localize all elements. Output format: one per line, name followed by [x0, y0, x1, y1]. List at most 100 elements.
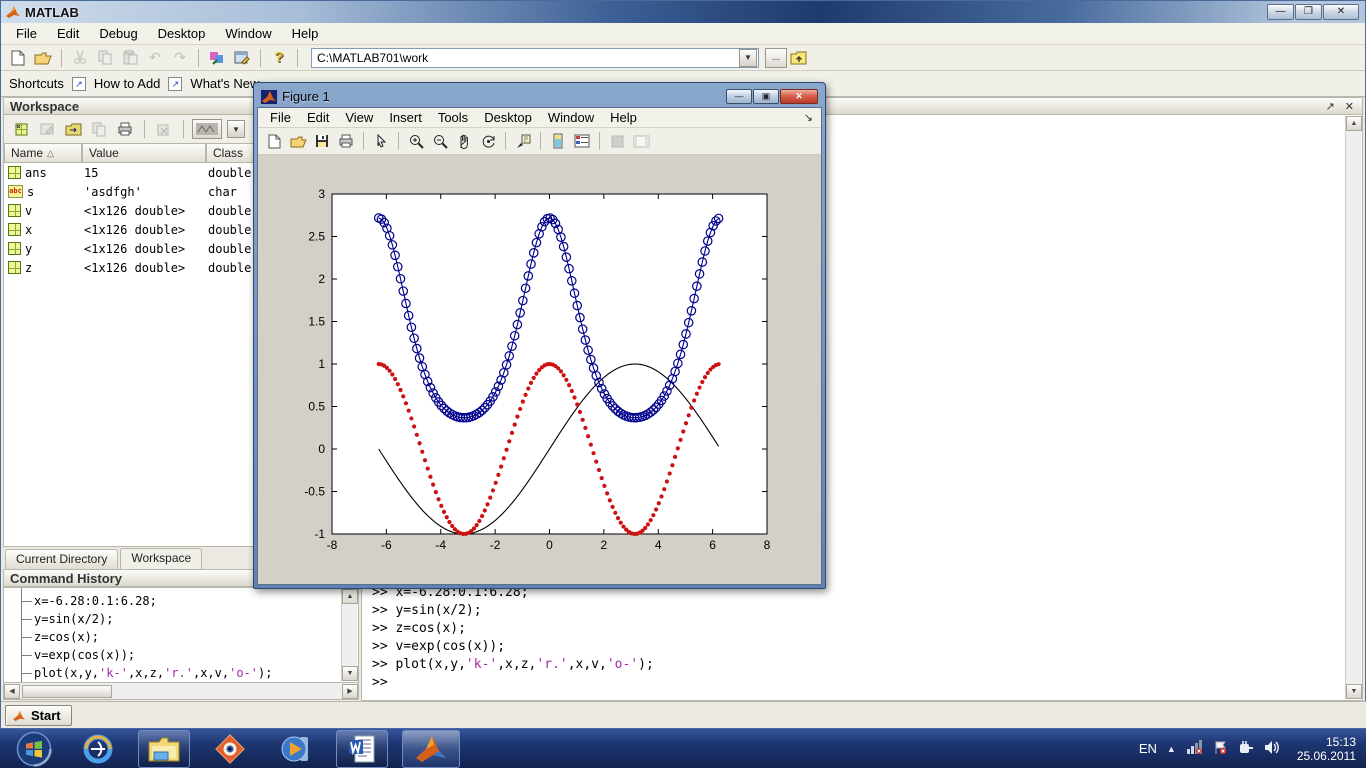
combo-dropdown-icon[interactable]: ▼: [739, 48, 757, 67]
scroll-right-icon[interactable]: ▶: [342, 683, 358, 699]
menu-debug[interactable]: Debug: [90, 24, 146, 43]
zoom-in-icon[interactable]: [405, 131, 427, 151]
browse-folder-button[interactable]: ...: [765, 47, 787, 68]
column-header-name[interactable]: Name △: [4, 143, 82, 163]
figure-menu-view[interactable]: View: [337, 109, 381, 126]
delete-variable-icon[interactable]: [153, 119, 175, 139]
shortcut-whats-new[interactable]: What's New: [190, 76, 259, 91]
figure-menu-tools[interactable]: Tools: [430, 109, 476, 126]
open-selection-icon[interactable]: [36, 119, 58, 139]
plot-type-dropdown-icon[interactable]: ▼: [227, 120, 245, 138]
figure-menu-desktop[interactable]: Desktop: [476, 109, 540, 126]
new-figure-icon[interactable]: [263, 131, 285, 151]
language-indicator[interactable]: EN: [1139, 741, 1157, 756]
undock-icon[interactable]: ↗: [1326, 100, 1335, 113]
menu-help[interactable]: Help: [283, 24, 328, 43]
figure-menu-insert[interactable]: Insert: [381, 109, 430, 126]
pan-hand-icon[interactable]: [453, 131, 475, 151]
image-viewer-icon[interactable]: [204, 730, 256, 768]
close-button[interactable]: ✕: [1323, 4, 1359, 20]
redo-icon[interactable]: ↷: [169, 48, 191, 68]
history-command[interactable]: z=cos(x);: [22, 628, 358, 646]
data-cursor-icon[interactable]: [512, 131, 534, 151]
history-horizontal-scrollbar[interactable]: ◀ ▶: [3, 683, 359, 700]
windows-explorer-icon[interactable]: [138, 729, 190, 768]
figure-menu-file[interactable]: File: [262, 109, 299, 126]
word-icon[interactable]: [336, 729, 388, 768]
insert-legend-icon[interactable]: [571, 131, 593, 151]
cut-icon[interactable]: [69, 48, 91, 68]
panel-close-icon[interactable]: ✕: [1345, 100, 1354, 113]
restore-button[interactable]: ❐: [1295, 4, 1322, 20]
menu-desktop[interactable]: Desktop: [149, 24, 215, 43]
matlab-icon[interactable]: [402, 729, 460, 768]
history-vertical-scrollbar[interactable]: ▲ ▼: [341, 589, 358, 681]
dock-figure-icon[interactable]: ↘: [804, 111, 821, 124]
command-window-scrollbar[interactable]: ▲ ▼: [1345, 116, 1362, 699]
save-figure-icon[interactable]: [311, 131, 333, 151]
windows-start-orb[interactable]: [8, 730, 60, 768]
tray-expand-icon[interactable]: ▲: [1167, 744, 1176, 754]
power-plug-icon[interactable]: [1238, 740, 1254, 758]
history-command[interactable]: y=sin(x/2);: [22, 610, 358, 628]
figure-window[interactable]: Figure 1 — ▣ ✕ File Edit View Insert Too…: [253, 82, 826, 589]
current-directory-value[interactable]: C:\MATLAB701\work: [312, 51, 738, 65]
figure-close-button[interactable]: ✕: [780, 89, 818, 104]
guide-icon[interactable]: [231, 48, 253, 68]
tab-workspace[interactable]: Workspace: [120, 548, 203, 569]
help-icon[interactable]: ?: [268, 48, 290, 68]
copy-icon[interactable]: [94, 48, 116, 68]
tab-current-directory[interactable]: Current Directory: [5, 549, 119, 569]
open-figure-icon[interactable]: [287, 131, 309, 151]
shortcut-how-to-add[interactable]: How to Add: [94, 76, 161, 91]
history-command[interactable]: v=exp(cos(x));: [22, 646, 358, 664]
clock[interactable]: 15:13 25.06.2011: [1291, 735, 1356, 763]
menu-window[interactable]: Window: [216, 24, 280, 43]
import-data-icon[interactable]: [62, 119, 84, 139]
new-file-icon[interactable]: [7, 48, 29, 68]
plot-canvas[interactable]: -8 -6 -4 -2 0 2 4 6 8 -1 -0.5 0 0.5 1 1.5 2 2.5 3: [258, 155, 823, 584]
new-variable-icon[interactable]: [10, 119, 32, 139]
network-icon[interactable]: [1186, 740, 1203, 757]
scroll-up-icon[interactable]: ▲: [1346, 116, 1362, 131]
scroll-down-icon[interactable]: ▼: [342, 666, 358, 681]
scroll-up-icon[interactable]: ▲: [342, 589, 358, 604]
scroll-down-icon[interactable]: ▼: [1346, 684, 1362, 699]
print-icon[interactable]: [114, 119, 136, 139]
plot-variable-icon[interactable]: [192, 119, 222, 139]
insert-colorbar-icon[interactable]: [547, 131, 569, 151]
copy-variable-icon[interactable]: [88, 119, 110, 139]
rotate-3d-icon[interactable]: [477, 131, 499, 151]
simulink-icon[interactable]: [206, 48, 228, 68]
column-header-value[interactable]: Value: [82, 143, 206, 163]
current-directory-combo[interactable]: C:\MATLAB701\work ▼ ...: [311, 47, 809, 68]
volume-icon[interactable]: [1264, 740, 1281, 758]
minimize-button[interactable]: —: [1267, 4, 1294, 20]
command-prompt[interactable]: >>: [372, 674, 654, 692]
hide-plot-tools-icon[interactable]: [606, 131, 628, 151]
show-plot-tools-icon[interactable]: [630, 131, 652, 151]
menu-file[interactable]: File: [7, 24, 46, 43]
zoom-out-icon[interactable]: [429, 131, 451, 151]
figure-axes-area[interactable]: -8 -6 -4 -2 0 2 4 6 8 -1 -0.5 0 0.5 1 1.5 2 2.5 3: [258, 155, 821, 584]
figure-menu-window[interactable]: Window: [540, 109, 602, 126]
action-center-flag-icon[interactable]: [1213, 740, 1228, 758]
menu-edit[interactable]: Edit: [48, 24, 88, 43]
history-command[interactable]: x=-6.28:0.1:6.28;: [22, 592, 358, 610]
edit-plot-cursor-icon[interactable]: [370, 131, 392, 151]
figure-minimize-button[interactable]: —: [726, 89, 752, 104]
matlab-start-button[interactable]: Start: [5, 705, 72, 726]
print-figure-icon[interactable]: [335, 131, 357, 151]
open-file-icon[interactable]: [32, 48, 54, 68]
paste-icon[interactable]: [119, 48, 141, 68]
history-command[interactable]: plot(x,y,'k-',x,z,'r.',x,v,'o-');: [22, 664, 358, 682]
figure-titlebar[interactable]: Figure 1 — ▣ ✕: [257, 86, 822, 107]
figure-menu-edit[interactable]: Edit: [299, 109, 337, 126]
scrollbar-thumb[interactable]: [22, 684, 112, 698]
figure-menu-help[interactable]: Help: [602, 109, 645, 126]
internet-explorer-icon[interactable]: [72, 730, 124, 768]
figure-maximize-button[interactable]: ▣: [753, 89, 779, 104]
folder-up-icon[interactable]: [787, 48, 809, 68]
undo-icon[interactable]: ↶: [144, 48, 166, 68]
matlab-titlebar[interactable]: MATLAB — ❐ ✕: [1, 1, 1365, 23]
